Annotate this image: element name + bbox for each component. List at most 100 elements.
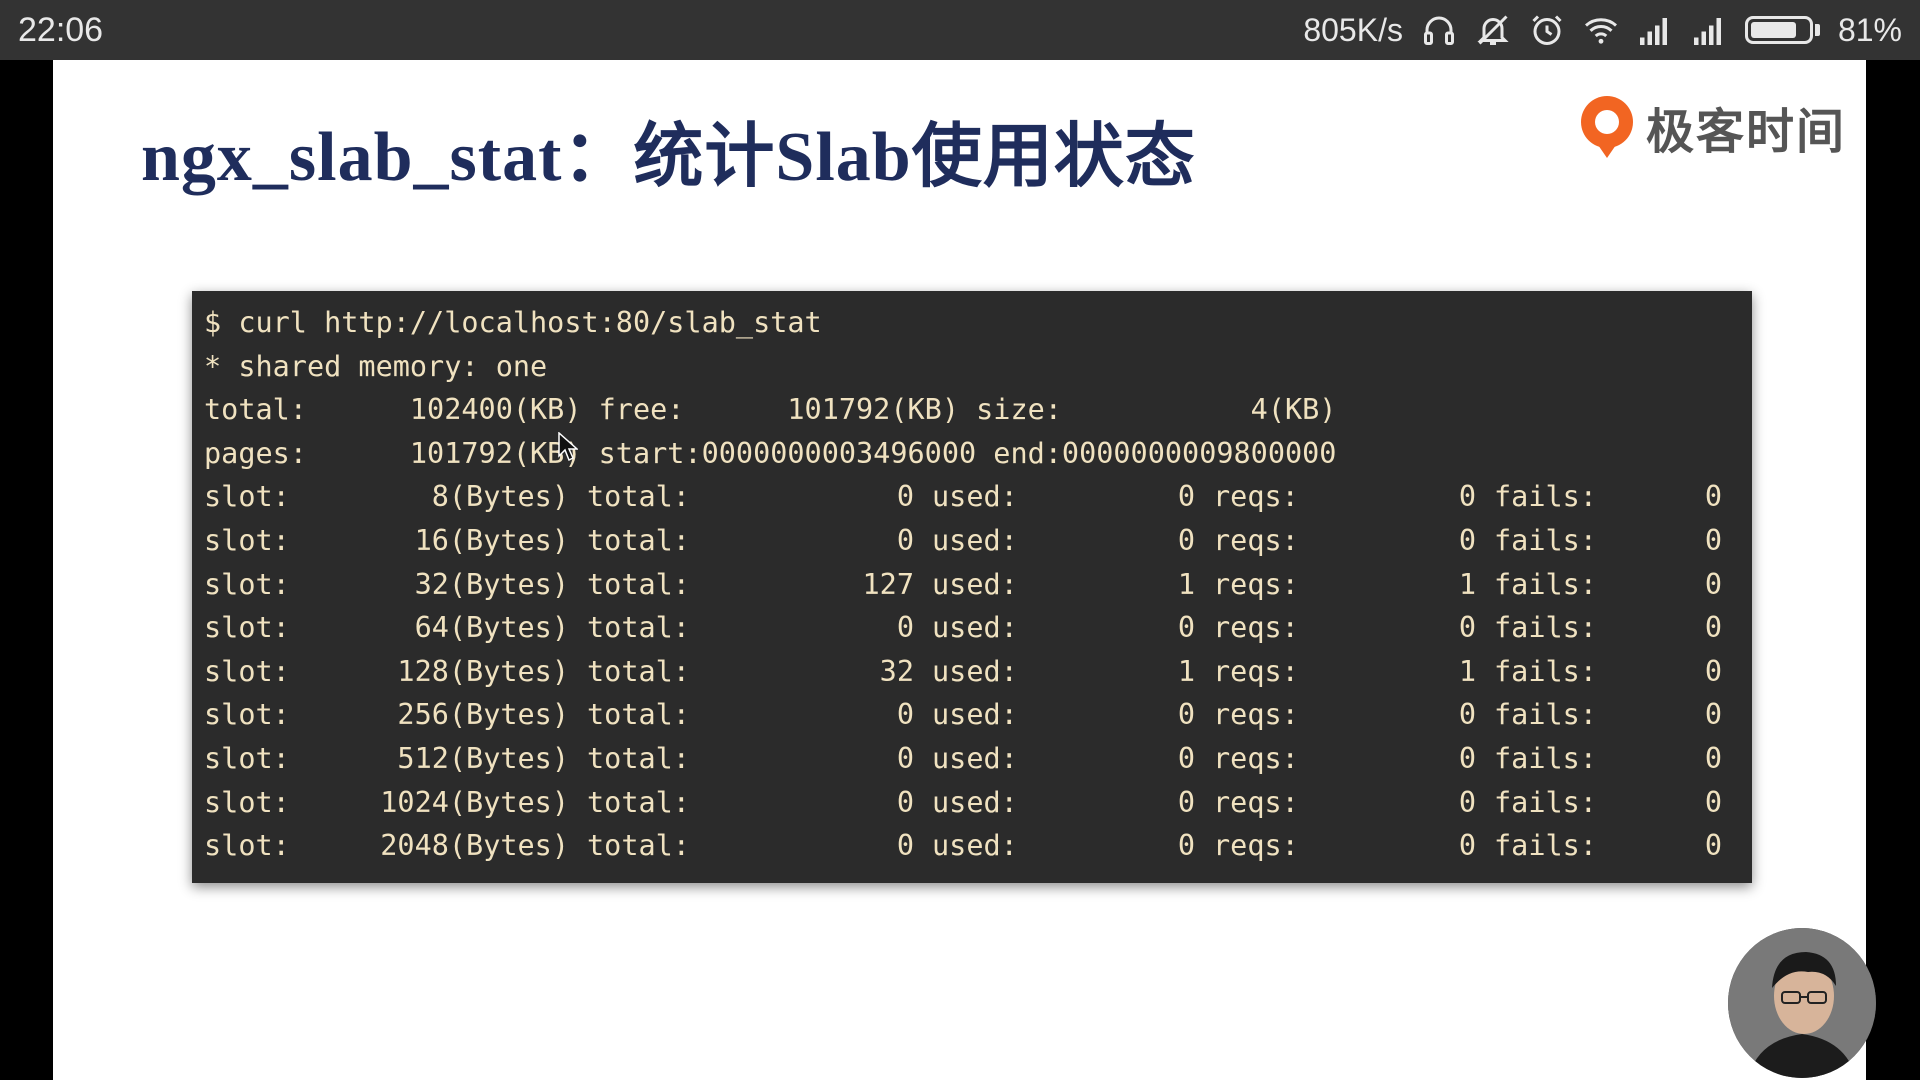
used-value: 0	[1177, 611, 1195, 645]
fails-label: fails:	[1494, 567, 1597, 601]
status-bar: 22:06 805K/s 81%	[0, 0, 1920, 60]
slot-size: 512(Bytes)	[397, 741, 569, 775]
reqs-label: reqs:	[1213, 654, 1299, 688]
slot-row: slot: 32(Bytes) total: 127 used: 1 reqs: 1 fails…	[204, 563, 1740, 607]
total-label: total:	[587, 698, 690, 732]
reqs-value: 0	[1458, 698, 1476, 732]
total-value: 0	[896, 480, 914, 514]
fails-label: fails:	[1494, 611, 1597, 645]
signal-icon-2	[1691, 12, 1727, 48]
fails-value: 0	[1704, 654, 1722, 688]
used-value: 0	[1177, 829, 1195, 863]
used-label: used:	[932, 480, 1018, 514]
fails-label: fails:	[1494, 523, 1597, 557]
used-label: used:	[932, 611, 1018, 645]
terminal-output: $ curl http://localhost:80/slab_stat * s…	[192, 291, 1752, 883]
fails-value: 0	[1704, 611, 1722, 645]
slot-label: slot:	[204, 567, 290, 601]
total-label: total:	[587, 480, 690, 514]
used-label: used:	[932, 785, 1018, 819]
slot-label: slot:	[204, 480, 290, 514]
slot-label: slot:	[204, 698, 290, 732]
headset-icon	[1421, 12, 1457, 48]
total-value: 0	[896, 698, 914, 732]
fails-label: fails:	[1494, 480, 1597, 514]
fails-value: 0	[1704, 741, 1722, 775]
fails-value: 0	[1704, 480, 1722, 514]
silent-bell-icon	[1475, 12, 1511, 48]
total-value: 0	[896, 523, 914, 557]
terminal-command: $ curl http://localhost:80/slab_stat	[204, 306, 822, 339]
total-label: total:	[587, 611, 690, 645]
slot-size: 32(Bytes)	[414, 567, 569, 601]
fails-label: fails:	[1494, 654, 1597, 688]
slot-row: slot: 1024(Bytes) total: 0 used: 0 reqs: 0 fails…	[204, 781, 1740, 825]
slot-label: slot:	[204, 741, 290, 775]
slot-row: slot: 16(Bytes) total: 0 used: 0 reqs: 0 fails: 0	[204, 519, 1740, 563]
used-label: used:	[932, 741, 1018, 775]
reqs-value: 0	[1458, 480, 1476, 514]
brand-mark-icon	[1578, 94, 1636, 160]
slot-label: slot:	[204, 654, 290, 688]
used-value: 1	[1177, 654, 1195, 688]
used-label: used:	[932, 654, 1018, 688]
reqs-label: reqs:	[1213, 698, 1299, 732]
used-label: used:	[932, 567, 1018, 601]
status-time: 22:06	[18, 11, 104, 49]
presenter-avatar	[1728, 928, 1876, 1078]
fails-value: 0	[1704, 785, 1722, 819]
alarm-icon	[1529, 12, 1565, 48]
status-icons: 805K/s 81%	[1303, 10, 1902, 50]
slot-label: slot:	[204, 611, 290, 645]
fails-value: 0	[1704, 567, 1722, 601]
total-value: 0	[896, 829, 914, 863]
slide-title: ngx_slab_stat：统计Slab使用状态	[141, 119, 1196, 196]
slot-size: 256(Bytes)	[397, 698, 569, 732]
used-label: used:	[932, 523, 1018, 557]
fails-label: fails:	[1494, 698, 1597, 732]
reqs-value: 0	[1458, 741, 1476, 775]
slot-size: 2048(Bytes)	[380, 829, 569, 863]
total-label: total:	[587, 654, 690, 688]
total-value: 0	[896, 785, 914, 819]
battery-percent: 81%	[1837, 11, 1902, 48]
slot-label: slot:	[204, 785, 290, 819]
wifi-icon	[1583, 12, 1619, 48]
slot-row: slot: 8(Bytes) total: 0 used: 0 reqs: 0 fails: 0	[204, 475, 1740, 519]
fails-label: fails:	[1494, 741, 1597, 775]
slot-size: 8(Bytes)	[431, 480, 569, 514]
fails-label: fails:	[1494, 829, 1597, 863]
slot-size: 128(Bytes)	[397, 654, 569, 688]
fails-label: fails:	[1494, 785, 1597, 819]
used-value: 1	[1177, 567, 1195, 601]
slot-row: slot: 64(Bytes) total: 0 used: 0 reqs: 0 fails: 0	[204, 606, 1740, 650]
used-value: 0	[1177, 523, 1195, 557]
reqs-label: reqs:	[1213, 523, 1299, 557]
network-speed: 805K/s	[1303, 11, 1403, 48]
mouse-pointer-icon	[558, 432, 578, 462]
slide: ngx_slab_stat：统计Slab使用状态 极客时间 $ curl htt…	[53, 60, 1876, 1080]
reqs-value: 0	[1458, 785, 1476, 819]
slot-size: 16(Bytes)	[414, 523, 569, 557]
reqs-value: 0	[1458, 829, 1476, 863]
slot-row: slot: 256(Bytes) total: 0 used: 0 reqs: 0 fails:…	[204, 693, 1740, 737]
reqs-value: 0	[1458, 523, 1476, 557]
signal-icon	[1637, 12, 1673, 48]
total-value: 127	[862, 567, 914, 601]
used-label: used:	[932, 698, 1018, 732]
reqs-label: reqs:	[1213, 480, 1299, 514]
fails-value: 0	[1704, 523, 1722, 557]
total-label: total:	[587, 741, 690, 775]
reqs-value: 0	[1458, 611, 1476, 645]
brand-logo: 极客时间	[1578, 92, 1846, 162]
used-label: used:	[932, 829, 1018, 863]
reqs-label: reqs:	[1213, 829, 1299, 863]
shared-memory-line: * shared memory: one	[204, 349, 548, 383]
reqs-label: reqs:	[1213, 741, 1299, 775]
slot-label: slot:	[204, 829, 290, 863]
slot-size: 64(Bytes)	[414, 611, 569, 645]
total-label: total:	[587, 829, 690, 863]
total-value: 0	[896, 741, 914, 775]
battery-icon	[1744, 16, 1820, 44]
summary-line-pages: pages: 101792(KB) start:0000000003496000…	[204, 436, 1337, 470]
